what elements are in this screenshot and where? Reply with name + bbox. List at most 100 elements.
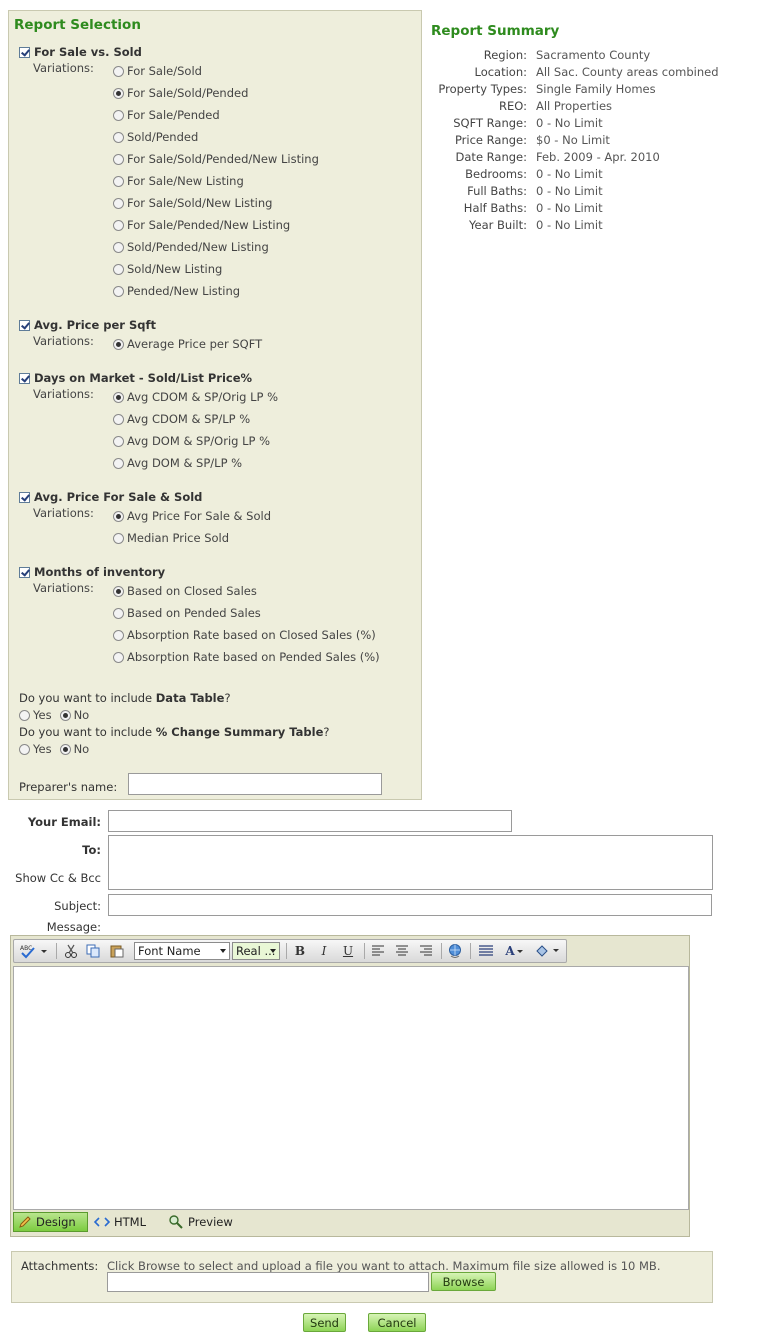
pencil-icon bbox=[19, 1216, 31, 1228]
data-table-yes-radio[interactable] bbox=[19, 709, 30, 721]
report-section-checkbox[interactable] bbox=[19, 319, 30, 331]
variation-radio[interactable] bbox=[113, 413, 124, 425]
variation-label: Absorption Rate based on Pended Sales (%… bbox=[127, 650, 380, 664]
variation-radio[interactable] bbox=[113, 391, 124, 403]
variation-radio[interactable] bbox=[113, 175, 124, 187]
bold-button[interactable]: B bbox=[292, 942, 308, 960]
report-section-checkbox[interactable] bbox=[19, 566, 30, 578]
variation-option[interactable]: Avg CDOM & SP/Orig LP % bbox=[113, 389, 278, 405]
variation-option[interactable]: Absorption Rate based on Pended Sales (%… bbox=[113, 649, 380, 665]
tab-preview[interactable]: Preview bbox=[168, 1212, 240, 1232]
report-section-title: Days on Market - Sold/List Price% bbox=[34, 371, 253, 385]
copy-button[interactable] bbox=[84, 942, 102, 960]
variation-option[interactable]: Absorption Rate based on Closed Sales (%… bbox=[113, 627, 376, 643]
cut-button[interactable] bbox=[62, 942, 80, 960]
variation-option[interactable]: Sold/New Listing bbox=[113, 261, 222, 277]
variation-label: Avg Price For Sale & Sold bbox=[127, 509, 272, 523]
align-right-button[interactable] bbox=[417, 942, 435, 960]
variation-radio[interactable] bbox=[113, 435, 124, 447]
variation-radio[interactable] bbox=[113, 457, 124, 469]
tab-html[interactable]: HTML bbox=[93, 1212, 153, 1232]
variation-radio[interactable] bbox=[113, 241, 124, 253]
data-table-no-radio[interactable] bbox=[59, 709, 71, 721]
tab-design[interactable]: Design bbox=[13, 1212, 88, 1232]
font-name-select[interactable]: Font Name bbox=[134, 942, 230, 960]
to-textarea[interactable] bbox=[108, 835, 713, 890]
scissors-icon bbox=[65, 944, 77, 958]
summary-value: 0 - No Limit bbox=[536, 115, 603, 130]
variation-radio[interactable] bbox=[113, 651, 124, 663]
message-label: Message: bbox=[46, 920, 101, 934]
variation-option[interactable]: Sold/Pended bbox=[113, 129, 198, 145]
variation-radio[interactable] bbox=[113, 629, 124, 641]
highlight-color-button[interactable] bbox=[532, 942, 562, 960]
spellcheck-button[interactable]: ABC bbox=[18, 942, 50, 960]
variation-option[interactable]: Avg DOM & SP/LP % bbox=[113, 455, 242, 471]
insert-link-button[interactable] bbox=[446, 942, 464, 960]
cancel-button[interactable]: Cancel bbox=[368, 1313, 426, 1332]
variation-radio[interactable] bbox=[113, 131, 124, 143]
summary-row: Year Built: 0 - No Limit bbox=[431, 216, 603, 233]
report-section-checkbox[interactable] bbox=[19, 372, 30, 384]
paste-button[interactable] bbox=[108, 942, 126, 960]
variation-radio[interactable] bbox=[113, 607, 124, 619]
variation-radio[interactable] bbox=[113, 510, 124, 522]
variation-option[interactable]: For Sale/New Listing bbox=[113, 173, 244, 189]
align-left-button[interactable] bbox=[369, 942, 387, 960]
summary-value: Feb. 2009 - Apr. 2010 bbox=[536, 149, 660, 164]
variation-radio[interactable] bbox=[113, 197, 124, 209]
variation-radio[interactable] bbox=[113, 263, 124, 275]
underline-button[interactable]: U bbox=[340, 942, 356, 960]
variation-radio[interactable] bbox=[113, 109, 124, 121]
font-color-button[interactable]: A bbox=[501, 942, 529, 960]
variation-option[interactable]: For Sale/Pended/New Listing bbox=[113, 217, 290, 233]
variation-option[interactable]: For Sale/Sold/New Listing bbox=[113, 195, 272, 211]
send-button[interactable]: Send bbox=[303, 1313, 346, 1332]
variation-option[interactable]: Median Price Sold bbox=[113, 530, 229, 546]
variation-radio[interactable] bbox=[113, 65, 124, 77]
variation-option[interactable]: For Sale/Sold bbox=[113, 63, 202, 79]
summary-key: Date Range: bbox=[455, 149, 527, 164]
show-cc-bcc-link[interactable]: Show Cc & Bcc bbox=[8, 871, 101, 885]
variation-option[interactable]: Based on Closed Sales bbox=[113, 583, 257, 599]
variation-option[interactable]: Based on Pended Sales bbox=[113, 605, 261, 621]
variation-radio[interactable] bbox=[113, 153, 124, 165]
preparer-name-input[interactable] bbox=[128, 773, 382, 795]
variation-label: For Sale/Sold/New Listing bbox=[127, 196, 273, 210]
change-table-no-radio[interactable] bbox=[59, 743, 71, 755]
variation-option[interactable]: Avg Price For Sale & Sold bbox=[113, 508, 271, 524]
variation-radio[interactable] bbox=[113, 285, 124, 297]
paragraph-button[interactable] bbox=[475, 942, 497, 960]
browse-button[interactable]: Browse bbox=[431, 1272, 496, 1291]
report-section-checkbox[interactable] bbox=[19, 491, 30, 503]
variation-radio[interactable] bbox=[113, 585, 124, 597]
summary-key: REO: bbox=[499, 98, 527, 113]
change-table-yes-radio[interactable] bbox=[19, 743, 30, 755]
variation-option[interactable]: Sold/Pended/New Listing bbox=[113, 239, 269, 255]
variation-radio[interactable] bbox=[113, 338, 124, 350]
italic-button[interactable]: I bbox=[316, 942, 332, 960]
align-left-icon bbox=[372, 945, 384, 956]
report-section-checkbox[interactable] bbox=[19, 46, 30, 58]
variation-option[interactable]: For Sale/Sold/Pended/New Listing bbox=[113, 151, 319, 167]
subject-input[interactable] bbox=[108, 894, 712, 916]
report-section: Days on Market - Sold/List Price% Variati… bbox=[19, 370, 278, 470]
variation-option[interactable]: For Sale/Sold/Pended bbox=[113, 85, 248, 101]
data-table-choices: Yes No bbox=[19, 707, 97, 723]
message-edit-area[interactable] bbox=[13, 966, 689, 1210]
variation-option[interactable]: Average Price per SQFT bbox=[113, 336, 262, 352]
your-email-input[interactable] bbox=[108, 810, 512, 832]
variation-radio[interactable] bbox=[113, 532, 124, 544]
variation-option[interactable]: For Sale/Pended bbox=[113, 107, 220, 123]
variation-label: For Sale/Sold bbox=[127, 64, 202, 78]
variation-radio[interactable] bbox=[113, 219, 124, 231]
summary-row: Price Range: $0 - No Limit bbox=[431, 131, 610, 148]
variation-label: Sold/Pended/New Listing bbox=[127, 240, 269, 254]
font-size-select[interactable]: Real ... bbox=[232, 942, 280, 960]
variation-option[interactable]: Avg DOM & SP/Orig LP % bbox=[113, 433, 270, 449]
variation-option[interactable]: Pended/New Listing bbox=[113, 283, 240, 299]
align-center-button[interactable] bbox=[393, 942, 411, 960]
variation-option[interactable]: Avg CDOM & SP/LP % bbox=[113, 411, 250, 427]
variation-radio[interactable] bbox=[113, 87, 124, 99]
attachment-file-input[interactable] bbox=[107, 1272, 429, 1292]
